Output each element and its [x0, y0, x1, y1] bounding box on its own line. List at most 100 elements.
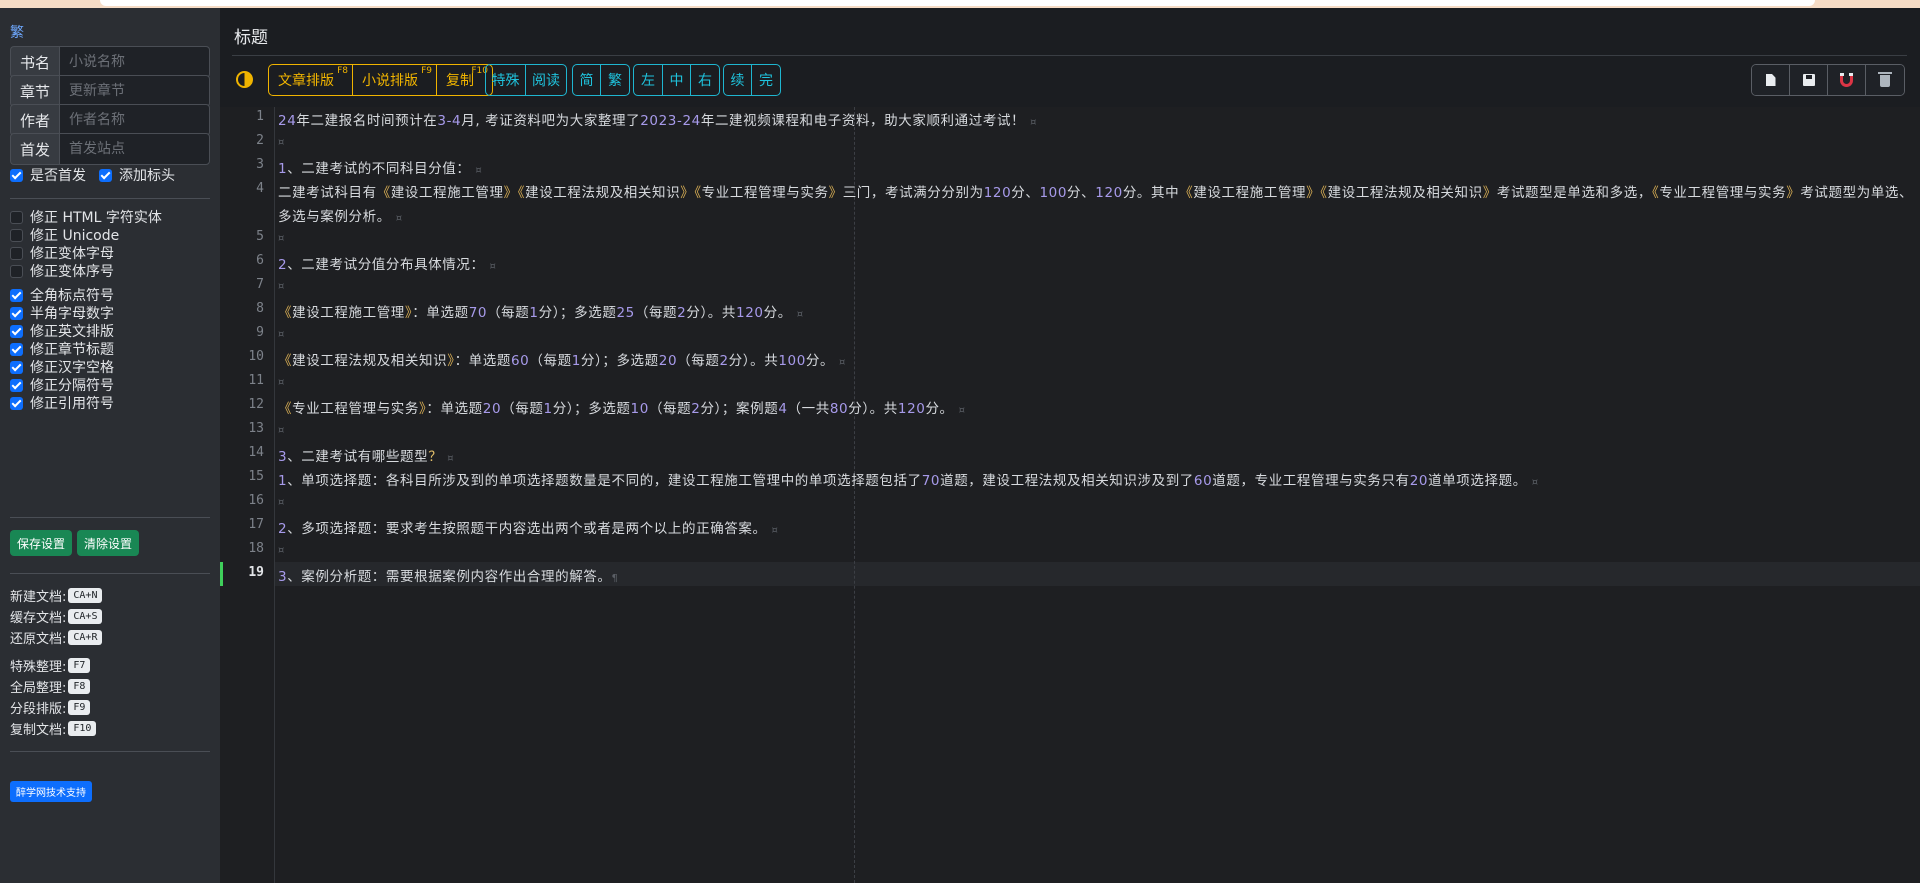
- shortcut-label: 特殊整理:: [10, 660, 67, 675]
- code-line-8[interactable]: 《建设工程施工管理》：单选题70（每题1分）；多选题25（每题2分）。共120分…: [278, 301, 804, 321]
- option-fix-variant-letters[interactable]: 修正变体字母: [10, 243, 114, 263]
- line-number: 3: [256, 157, 264, 172]
- theme-toggle-icon[interactable]: [236, 71, 253, 88]
- clear-document-button[interactable]: [1866, 65, 1904, 95]
- eol-mark: ¤: [278, 377, 285, 388]
- option-halfwidth-alnum[interactable]: 半角字母数字: [10, 303, 114, 323]
- shortcut-label: 全局整理:: [10, 681, 67, 696]
- novel-layout-button[interactable]: 小说排版 F9: [353, 65, 437, 95]
- align-center-button[interactable]: 中: [663, 65, 691, 95]
- support-badge[interactable]: 醉学网技术支持: [10, 781, 92, 802]
- author-field: 作者: [10, 104, 210, 136]
- shortcut-label: 新建文档:: [10, 590, 67, 605]
- line-number: 16: [248, 493, 264, 508]
- code-line-18[interactable]: ¤: [278, 541, 285, 557]
- chapter-input[interactable]: [59, 75, 210, 107]
- option-fix-html-entities[interactable]: 修正 HTML 字符实体: [10, 207, 162, 227]
- restore-document-button[interactable]: [1828, 65, 1866, 95]
- option-fix-quotes[interactable]: 修正引用符号: [10, 393, 114, 413]
- save-document-button[interactable]: [1790, 65, 1828, 95]
- option-add-header[interactable]: 添加标头: [99, 165, 175, 185]
- checkbox[interactable]: [10, 228, 23, 242]
- option-fix-unicode[interactable]: 修正 Unicode: [10, 225, 119, 245]
- code-line-10[interactable]: 《建设工程法规及相关知识》：单选题60（每题1分）；多选题20（每题2分）。共1…: [278, 349, 846, 369]
- checkbox[interactable]: [10, 246, 23, 260]
- shortcut-label: 分段排版:: [10, 702, 67, 717]
- option-fix-variant-numbers[interactable]: 修正变体序号: [10, 261, 114, 281]
- checkbox[interactable]: [10, 210, 23, 224]
- first-release-input[interactable]: [59, 133, 210, 165]
- copy-button[interactable]: 复制 F10: [437, 65, 492, 95]
- code-line-16[interactable]: ¤: [278, 493, 285, 509]
- code-line-13[interactable]: ¤: [278, 421, 285, 437]
- option-fix-separators[interactable]: 修正分隔符号: [10, 375, 114, 395]
- checkbox[interactable]: [10, 360, 23, 374]
- code-line-2[interactable]: ¤: [278, 133, 285, 149]
- line-number: 12: [248, 397, 264, 412]
- divider: [10, 517, 210, 518]
- option-fix-english-layout[interactable]: 修正英文排版: [10, 321, 114, 341]
- text-editor[interactable]: 1 2 3 4 5 6 7 8 9 10 11 12 13 14 15 16 17 18 19 24年二建报名时间预…: [220, 107, 1920, 883]
- option-fullwidth-punctuation[interactable]: 全角标点符号: [10, 285, 114, 305]
- code-line-5[interactable]: ¤: [278, 229, 285, 245]
- eol-mark: ¤: [278, 425, 285, 436]
- simplified-button[interactable]: 简: [573, 65, 601, 95]
- layout-button-group: 文章排版 F8 小说排版 F9 复制 F10: [268, 64, 493, 96]
- code-line-7[interactable]: ¤: [278, 277, 285, 293]
- eol-mark: ¤: [278, 137, 285, 148]
- book-name-input[interactable]: [59, 46, 210, 78]
- option-label: 修正变体字母: [30, 246, 114, 262]
- code-line-4[interactable]: 二建考试科目有《建设工程施工管理》《建设工程法规及相关知识》《专业工程管理与实务…: [278, 157, 1916, 231]
- line-number: 8: [256, 301, 264, 316]
- eol-mark: ¤: [447, 453, 455, 464]
- checkbox[interactable]: [10, 288, 23, 302]
- option-fix-cjk-spaces[interactable]: 修正汉字空格: [10, 357, 114, 377]
- divider: [10, 751, 210, 752]
- checkbox[interactable]: [10, 378, 23, 392]
- shortcut-key: F7: [68, 658, 91, 673]
- checkbox[interactable]: [10, 342, 23, 356]
- option-fix-chapter-titles[interactable]: 修正章节标题: [10, 339, 114, 359]
- code-line-1[interactable]: 24年二建报名时间预计在3-4月, 考证资料吧为大家整理了2023-24年二建视…: [278, 109, 1037, 129]
- continue-button[interactable]: 续: [724, 65, 752, 95]
- checkbox[interactable]: [10, 396, 23, 410]
- checkbox[interactable]: [10, 306, 23, 320]
- code-line-12[interactable]: 《专业工程管理与实务》：单选题20（每题1分）；多选题10（每题2分）；案例题4…: [278, 397, 966, 417]
- line-number: 4: [256, 181, 264, 196]
- clear-settings-button[interactable]: 清除设置: [77, 530, 140, 556]
- new-document-button[interactable]: [1752, 65, 1790, 95]
- logo[interactable]: 繁: [10, 22, 24, 42]
- code-line-6[interactable]: 2、二建考试分值分布具体情况： ¤: [278, 253, 496, 273]
- read-button[interactable]: 阅读: [526, 65, 566, 95]
- code-line-9[interactable]: ¤: [278, 325, 285, 341]
- line-number: 10: [248, 349, 264, 364]
- align-left-button[interactable]: 左: [634, 65, 663, 95]
- checkbox[interactable]: [10, 264, 23, 278]
- eol-mark: ¤: [1531, 477, 1539, 488]
- save-settings-button[interactable]: 保存设置: [10, 530, 73, 556]
- traditional-button[interactable]: 繁: [601, 65, 629, 95]
- address-bar-edge: [100, 0, 1815, 6]
- line-text: 2、二建考试分值分布具体情况：: [278, 257, 485, 273]
- eol-mark: ¤: [796, 309, 804, 320]
- code-line-19[interactable]: 3、案例分析题：需要根据案例内容作出合理的解答。¶: [278, 565, 618, 585]
- author-input[interactable]: [59, 104, 210, 136]
- line-number: 18: [248, 541, 264, 556]
- special-button[interactable]: 特殊: [486, 65, 526, 95]
- line-text: 3、案例分析题：需要根据案例内容作出合理的解答。: [278, 569, 612, 585]
- article-layout-button[interactable]: 文章排版 F8: [269, 65, 353, 95]
- code-line-11[interactable]: ¤: [278, 373, 285, 389]
- shortcut-new-doc: 新建文档: CA+N: [10, 586, 103, 605]
- code-line-14[interactable]: 3、二建考试有哪些题型？ ¤: [278, 445, 454, 465]
- checkbox[interactable]: [99, 168, 112, 182]
- code-line-15[interactable]: 1、单项选择题：各科目所涉及到的单项选择题数量是不同的，建设工程施工管理中的单项…: [278, 469, 1539, 489]
- align-right-button[interactable]: 右: [691, 65, 719, 95]
- button-label: 文章排版: [278, 73, 334, 89]
- checkbox[interactable]: [10, 324, 23, 338]
- checkbox[interactable]: [10, 168, 23, 182]
- line-number: 11: [248, 373, 264, 388]
- option-first-release[interactable]: 是否首发: [10, 165, 86, 185]
- shortcut-copy-doc: 复制文档: F10: [10, 719, 97, 738]
- finish-button[interactable]: 完: [752, 65, 780, 95]
- code-line-17[interactable]: 2、多项选择题：要求考生按照题干内容选出两个或者是两个以上的正确答案。 ¤: [278, 517, 778, 537]
